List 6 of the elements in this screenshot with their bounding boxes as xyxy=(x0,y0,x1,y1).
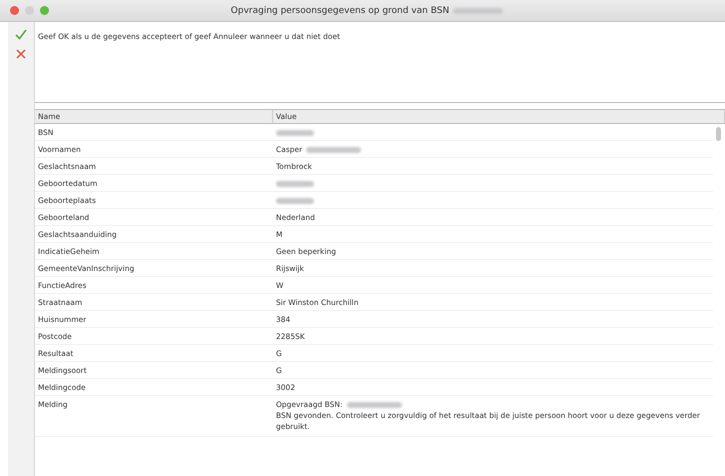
checkmark-icon xyxy=(15,28,27,40)
scrollbar-thumb[interactable] xyxy=(716,127,721,141)
zoom-window-button[interactable] xyxy=(40,6,49,15)
window-title: Opvraging persoonsgegevens op grond van BSN xyxy=(230,6,450,16)
close-icon xyxy=(16,49,26,59)
close-window-button[interactable] xyxy=(10,6,19,15)
